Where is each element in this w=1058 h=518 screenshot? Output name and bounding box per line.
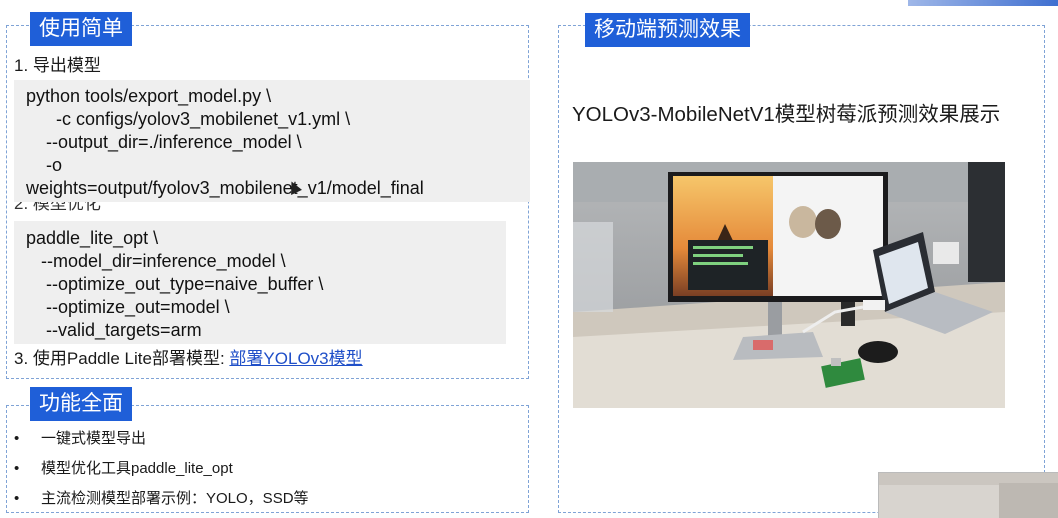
raspberry-pi-demo-photo xyxy=(573,162,1005,408)
deploy-yolov3-link[interactable]: 部署YOLOv3模型 xyxy=(229,349,362,368)
mobile-prediction-tag: 移动端预测效果 xyxy=(585,13,750,47)
list-item: • 一键式模型导出 xyxy=(14,424,309,454)
presenter-webcam-thumbnail xyxy=(878,472,1058,518)
feature-text: 主流检测模型部署示例：YOLO，SSD等 xyxy=(41,490,309,507)
step-deploy-label: 3. 使用Paddle Lite部署模型: xyxy=(14,349,230,368)
list-item: • 主流检测模型部署示例：YOLO，SSD等 xyxy=(14,484,309,514)
step-export-model: 1. 导出模型 xyxy=(14,56,101,75)
bullet-icon: • xyxy=(14,430,20,447)
top-accent-bar xyxy=(908,0,1058,6)
feature-text: 模型优化工具paddle_lite_opt xyxy=(41,460,233,477)
list-item: • 模型优化工具paddle_lite_opt xyxy=(14,454,309,484)
mobile-demo-caption: YOLOv3-MobileNetV1模型树莓派预测效果展示 xyxy=(572,103,1001,126)
features-list: • 一键式模型导出 • 模型优化工具paddle_lite_opt • 主流检测模型部… xyxy=(14,424,309,514)
step-deploy-model: 3. 使用Paddle Lite部署模型: 部署YOLOv3模型 xyxy=(14,348,363,370)
feature-text: 一键式模型导出 xyxy=(41,430,147,447)
usage-simple-tag: 使用简单 xyxy=(30,12,132,46)
bullet-icon: • xyxy=(14,460,20,477)
export-command-block: python tools/export_model.py \ -c config… xyxy=(14,80,530,202)
bullet-icon: • xyxy=(14,490,20,507)
features-tag: 功能全面 xyxy=(30,387,132,421)
optimize-command-block: paddle_lite_opt \ --model_dir=inference_… xyxy=(14,221,506,344)
